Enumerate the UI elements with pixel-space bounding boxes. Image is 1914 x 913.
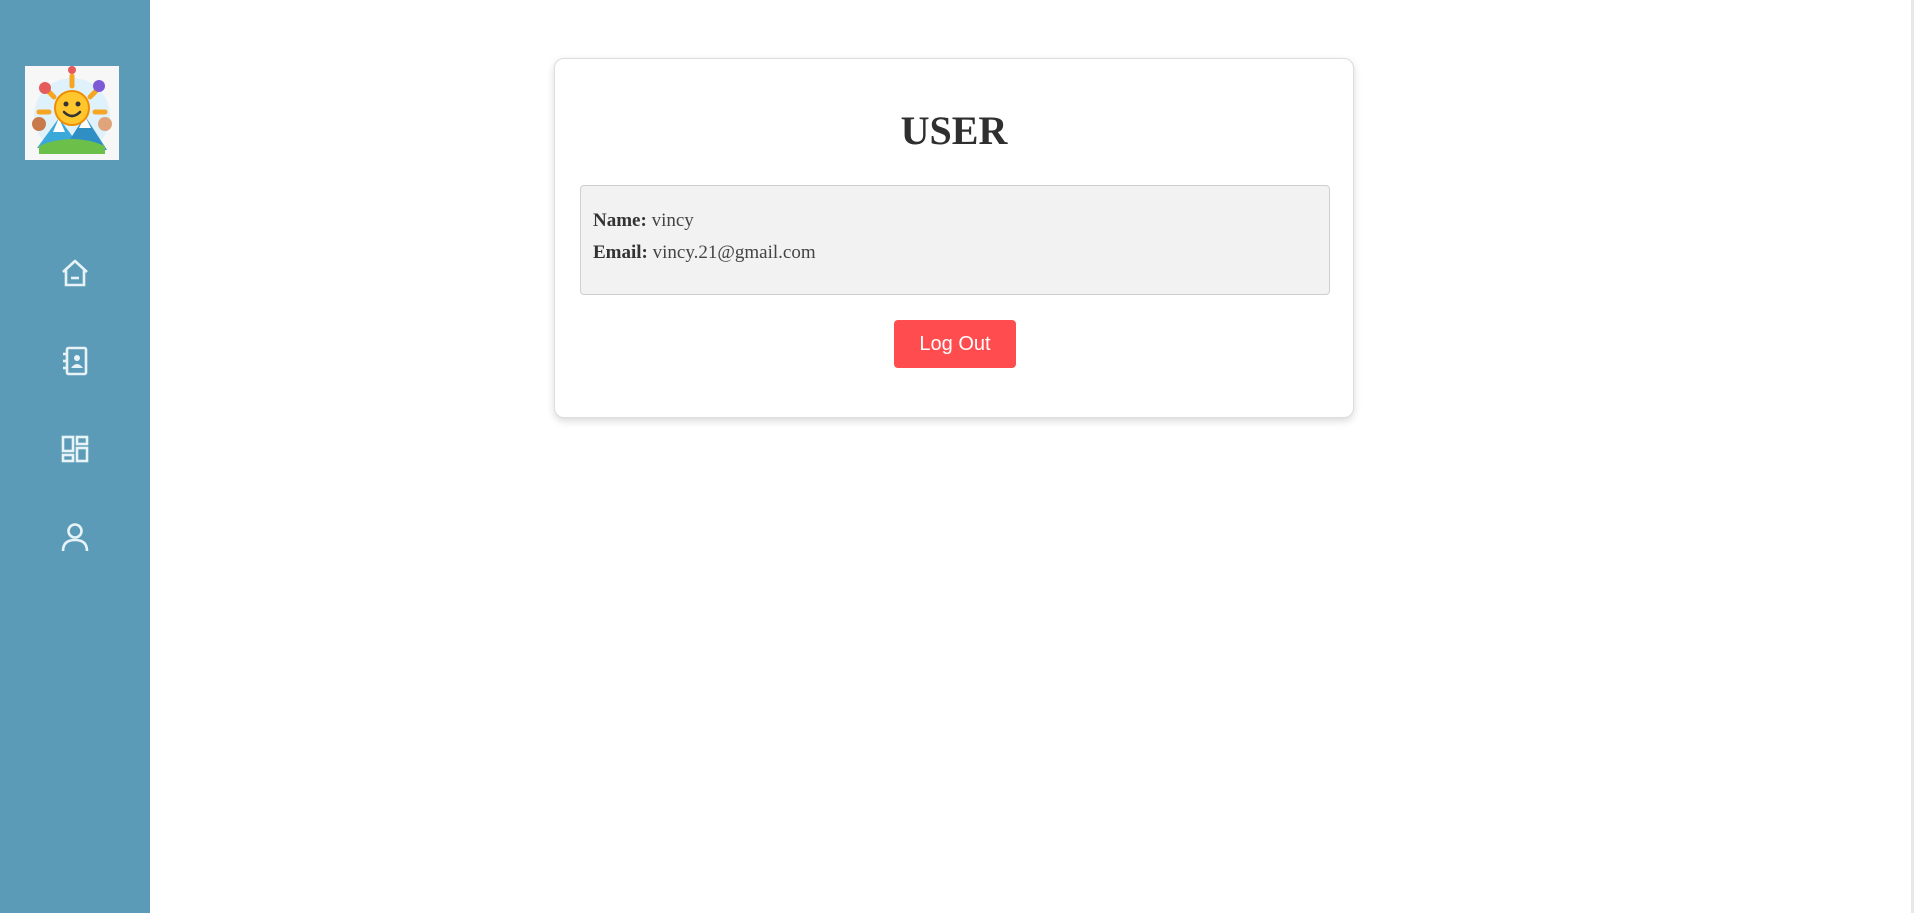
user-info-box: Name: vincy Email: vincy.21@gmail.com [580, 185, 1330, 295]
nav-dashboard[interactable] [55, 429, 95, 469]
user-card: USER Name: vincy Email: vincy.21@gmail.c… [554, 58, 1354, 418]
logout-button[interactable]: Log Out [894, 320, 1016, 368]
nav-home[interactable] [55, 253, 95, 293]
page-title: USER [900, 108, 1008, 153]
sun-kids-logo-icon [25, 66, 119, 160]
contact-book-icon [63, 346, 88, 376]
name-value: vincy [651, 210, 694, 231]
email-row: Email: vincy.21@gmail.com [593, 242, 1317, 264]
name-label: Name: [593, 210, 647, 231]
sidebar [0, 0, 150, 913]
dashboard-icon [61, 435, 89, 463]
home-icon [62, 259, 88, 287]
user-icon [61, 523, 89, 552]
nav-contacts[interactable] [55, 341, 95, 381]
name-row: Name: vincy [593, 210, 1317, 232]
email-value: vincy.21@gmail.com [652, 242, 816, 263]
logo[interactable] [25, 66, 119, 160]
nav-user[interactable] [55, 517, 95, 557]
email-label: Email: [593, 242, 648, 263]
